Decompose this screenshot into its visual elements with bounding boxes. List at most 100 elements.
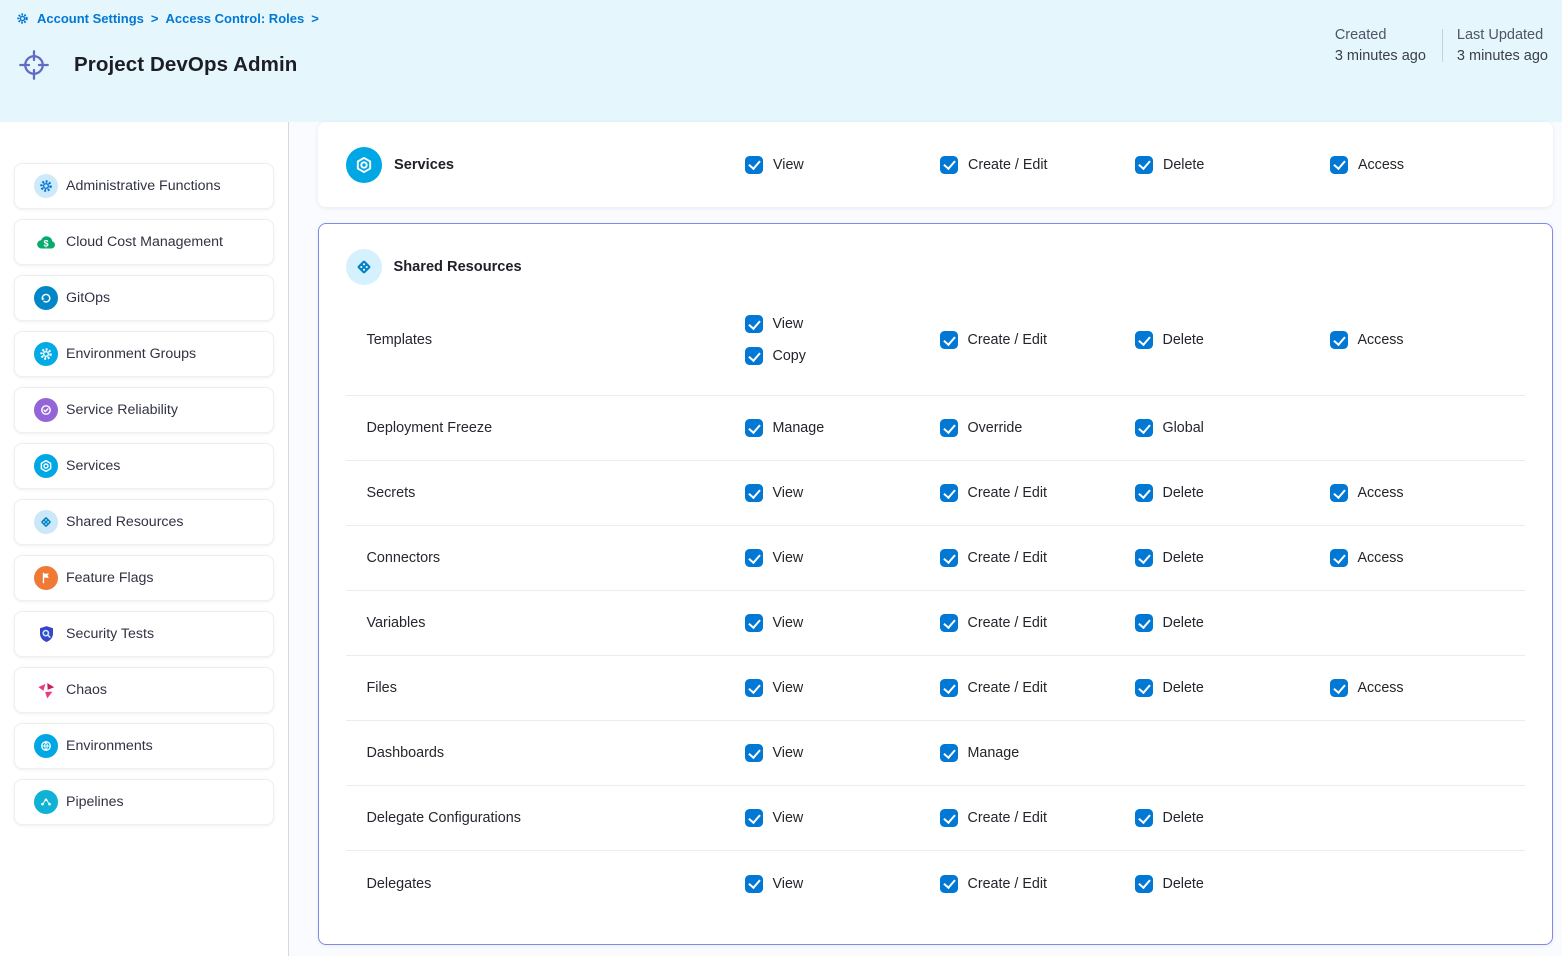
checkbox-checked-icon[interactable] — [1135, 614, 1153, 632]
breadcrumb-account-settings[interactable]: Account Settings — [37, 11, 144, 26]
checkbox-checked-icon[interactable] — [1135, 809, 1153, 827]
checkbox-checked-icon[interactable] — [940, 809, 958, 827]
checkbox-checked-icon[interactable] — [1135, 419, 1153, 437]
sidebar-item-chaos[interactable]: Chaos — [14, 667, 274, 713]
checkbox-checked-icon[interactable] — [1135, 156, 1153, 174]
permission-delete[interactable]: Delete — [1135, 875, 1330, 893]
checkbox-checked-icon[interactable] — [745, 744, 763, 762]
permission-view[interactable]: View — [745, 614, 940, 632]
sidebar-item-security-tests[interactable]: Security Tests — [14, 611, 274, 657]
checkbox-checked-icon[interactable] — [940, 679, 958, 697]
permission-delete[interactable]: Delete — [1135, 549, 1330, 567]
breadcrumb-access-control-roles[interactable]: Access Control: Roles — [166, 11, 305, 26]
checkbox-checked-icon[interactable] — [745, 419, 763, 437]
permission-access[interactable]: Access — [1330, 679, 1525, 697]
permission-delete[interactable]: Delete — [1135, 614, 1330, 632]
checkbox-checked-icon[interactable] — [940, 156, 958, 174]
checkbox-checked-icon[interactable] — [1330, 484, 1348, 502]
permission-view[interactable]: View — [745, 315, 940, 333]
permission-delete[interactable]: Delete — [1135, 809, 1330, 827]
sidebar-item-environments[interactable]: Environments — [14, 723, 274, 769]
sidebar-item-environment-groups[interactable]: Environment Groups — [14, 331, 274, 377]
sidebar-item-feature-flags[interactable]: Feature Flags — [14, 555, 274, 601]
permission-override[interactable]: Override — [940, 419, 1135, 437]
checkbox-checked-icon[interactable] — [940, 875, 958, 893]
checkbox-checked-icon[interactable] — [1330, 549, 1348, 567]
permission-view[interactable]: View — [745, 156, 940, 174]
checkbox-checked-icon[interactable] — [745, 156, 763, 174]
permission-create-edit[interactable]: Create / Edit — [940, 549, 1135, 567]
permission-column: Create / Edit — [940, 472, 1135, 514]
checkbox-checked-icon[interactable] — [1135, 875, 1153, 893]
checkbox-checked-icon[interactable] — [940, 614, 958, 632]
sidebar-item-label: Environment Groups — [66, 346, 196, 362]
checkbox-checked-icon[interactable] — [1135, 549, 1153, 567]
sidebar-item-label: Environments — [66, 738, 153, 754]
sidebar-item-shared-resources[interactable]: Shared Resources — [14, 499, 274, 545]
permission-view[interactable]: View — [745, 549, 940, 567]
permission-column: Create / Edit — [940, 319, 1135, 361]
sidebar-item-service-reliability[interactable]: Service Reliability — [14, 387, 274, 433]
sidebar-item-cloud-cost-management[interactable]: $Cloud Cost Management — [14, 219, 274, 265]
sidebar-item-services[interactable]: Services — [14, 443, 274, 489]
permission-label: Create / Edit — [968, 680, 1047, 696]
permission-view[interactable]: View — [745, 875, 940, 893]
permission-view[interactable]: View — [745, 744, 940, 762]
permission-access[interactable]: Access — [1330, 484, 1525, 502]
permission-column — [1330, 611, 1525, 635]
checkbox-checked-icon[interactable] — [940, 484, 958, 502]
permission-view[interactable]: View — [745, 484, 940, 502]
permission-delete[interactable]: Delete — [1135, 156, 1330, 174]
checkbox-checked-icon[interactable] — [940, 331, 958, 349]
checkbox-checked-icon[interactable] — [745, 484, 763, 502]
permission-manage[interactable]: Manage — [745, 419, 940, 437]
permission-create-edit[interactable]: Create / Edit — [940, 809, 1135, 827]
checkbox-checked-icon[interactable] — [1135, 331, 1153, 349]
permission-create-edit[interactable]: Create / Edit — [940, 156, 1135, 174]
checkbox-checked-icon[interactable] — [940, 419, 958, 437]
checkbox-checked-icon[interactable] — [745, 315, 763, 333]
permission-label: Access — [1358, 550, 1404, 566]
checkbox-checked-icon[interactable] — [1330, 156, 1348, 174]
sidebar-item-administrative-functions[interactable]: Administrative Functions — [14, 163, 274, 209]
checkbox-checked-icon[interactable] — [745, 614, 763, 632]
permission-manage[interactable]: Manage — [940, 744, 1135, 762]
checkbox-checked-icon[interactable] — [1135, 679, 1153, 697]
permission-access[interactable]: Access — [1330, 156, 1525, 174]
permission-create-edit[interactable]: Create / Edit — [940, 614, 1135, 632]
permission-copy[interactable]: Copy — [745, 347, 940, 365]
checkbox-checked-icon[interactable] — [745, 347, 763, 365]
permission-delete[interactable]: Delete — [1135, 484, 1330, 502]
permission-create-edit[interactable]: Create / Edit — [940, 331, 1135, 349]
permission-delete[interactable]: Delete — [1135, 331, 1330, 349]
resource-row-delegates: DelegatesViewCreate / EditDelete — [346, 851, 1525, 916]
sidebar-item-gitops[interactable]: GitOps — [14, 275, 274, 321]
checkbox-checked-icon[interactable] — [745, 679, 763, 697]
permission-delete[interactable]: Delete — [1135, 679, 1330, 697]
permission-create-edit[interactable]: Create / Edit — [940, 679, 1135, 697]
checkbox-checked-icon[interactable] — [745, 875, 763, 893]
permission-column: Manage — [745, 407, 940, 449]
checkbox-checked-icon[interactable] — [745, 809, 763, 827]
permission-access[interactable]: Access — [1330, 549, 1525, 567]
role-meta: Created 3 minutes ago Last Updated 3 min… — [1335, 27, 1548, 64]
permission-global[interactable]: Global — [1135, 419, 1330, 437]
checkbox-checked-icon[interactable] — [1135, 484, 1153, 502]
checkbox-checked-icon[interactable] — [745, 549, 763, 567]
checkbox-checked-icon[interactable] — [940, 744, 958, 762]
services-hex-icon — [346, 147, 382, 183]
permission-create-edit[interactable]: Create / Edit — [940, 875, 1135, 893]
permission-view[interactable]: View — [745, 809, 940, 827]
permission-column: Access — [1330, 667, 1525, 709]
permission-view[interactable]: View — [745, 679, 940, 697]
resource-row-deployment-freeze: Deployment FreezeManageOverrideGlobal — [346, 396, 1525, 461]
permission-label: Delete — [1163, 615, 1204, 631]
checkbox-checked-icon[interactable] — [940, 549, 958, 567]
permission-column: Override — [940, 407, 1135, 449]
sidebar-item-pipelines[interactable]: Pipelines — [14, 779, 274, 825]
permission-create-edit[interactable]: Create / Edit — [940, 484, 1135, 502]
permission-access[interactable]: Access — [1330, 331, 1525, 349]
permission-label: Delete — [1163, 876, 1204, 892]
checkbox-checked-icon[interactable] — [1330, 331, 1348, 349]
checkbox-checked-icon[interactable] — [1330, 679, 1348, 697]
